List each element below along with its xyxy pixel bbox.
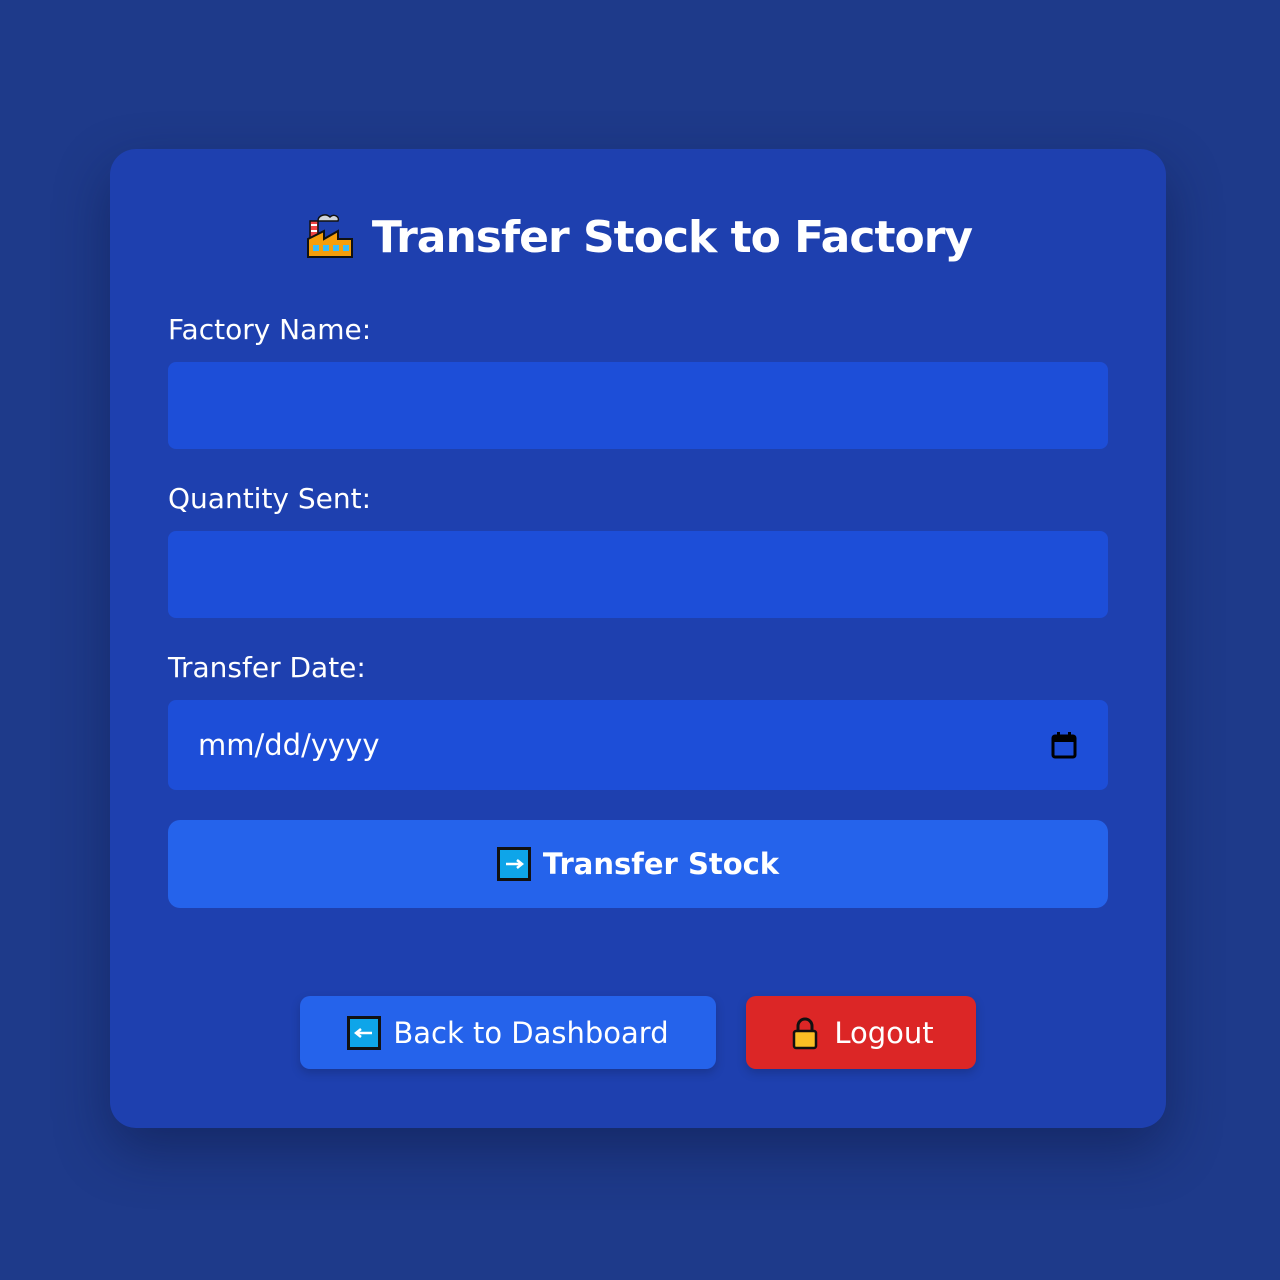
right-arrow-icon: [496, 847, 531, 881]
action-row: Back to Dashboard Logout: [110, 996, 1166, 1070]
factory-name-label: Factory Name:: [168, 313, 372, 346]
logout-label: Logout: [834, 1015, 934, 1050]
transfer-date-placeholder: mm/dd/yyyy: [198, 728, 380, 762]
factory-icon: [304, 211, 356, 263]
logout-button[interactable]: Logout: [746, 996, 976, 1069]
calendar-icon[interactable]: [1050, 730, 1078, 760]
lock-icon: [788, 1016, 822, 1050]
back-to-dashboard-label: Back to Dashboard: [393, 1015, 669, 1050]
quantity-sent-input[interactable]: [168, 531, 1108, 618]
transfer-date-input[interactable]: mm/dd/yyyy: [168, 700, 1108, 790]
transfer-stock-label: Transfer Stock: [542, 847, 780, 881]
page-title-text: Transfer Stock to Factory: [371, 211, 973, 263]
back-to-dashboard-button[interactable]: Back to Dashboard: [300, 996, 716, 1069]
page-title: Transfer Stock to Factory: [110, 207, 1166, 267]
factory-name-input[interactable]: [168, 362, 1108, 449]
transfer-stock-button[interactable]: Transfer Stock: [168, 820, 1108, 908]
quantity-sent-label: Quantity Sent:: [168, 482, 372, 515]
left-arrow-icon: [347, 1015, 382, 1050]
transfer-stock-card: Transfer Stock to Factory Factory Name: …: [110, 149, 1166, 1128]
transfer-date-label: Transfer Date:: [168, 651, 366, 684]
